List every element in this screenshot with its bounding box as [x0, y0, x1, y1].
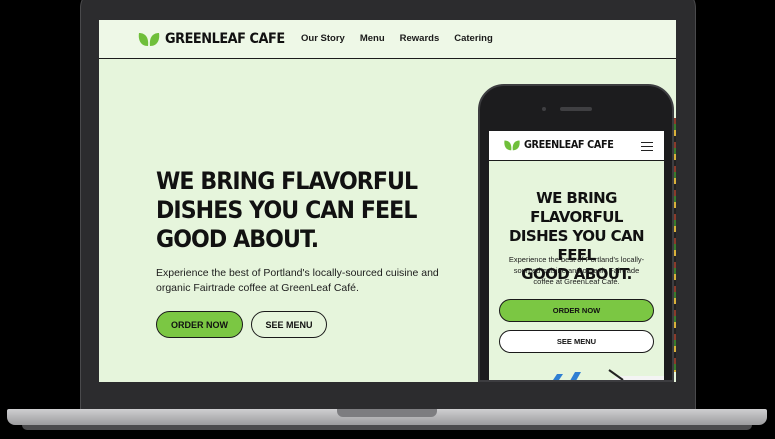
hero-subtitle: Experience the best of Portland's locall… [156, 267, 439, 294]
hero-title: WE BRING FLAVORFUL DISHES YOU CAN FEEL G… [156, 167, 418, 253]
mobile-order-now-button[interactable]: ORDER NOW [499, 299, 654, 322]
mobile-header: GREENLEAF CAFE [489, 131, 664, 161]
see-menu-button[interactable]: SEE MENU [251, 311, 327, 338]
hamburger-icon[interactable] [641, 142, 653, 151]
phone-camera [542, 107, 546, 111]
mobile-see-menu-button[interactable]: SEE MENU [499, 330, 654, 353]
nav-link-rewards[interactable]: Rewards [400, 33, 440, 44]
laptop-opening-notch [337, 409, 437, 417]
phone-speaker [560, 107, 592, 111]
order-now-button[interactable]: ORDER NOW [156, 311, 243, 338]
nav-link-catering[interactable]: Catering [454, 33, 493, 44]
site-header: GREENLEAF CAFE Our Story Menu Rewards Ca… [99, 20, 676, 59]
site-logo[interactable]: GREENLEAF CAFE [137, 31, 295, 47]
nav-link-menu[interactable]: Menu [360, 33, 385, 44]
mobile-hero-subtitle: Experience the best of Portland's locall… [508, 255, 645, 286]
laptop-foot [22, 425, 752, 430]
brand-name: GREENLEAF CAFE [165, 31, 285, 47]
mobile-brand-name: GREENLEAF CAFE [524, 139, 614, 151]
main-nav: Our Story Menu Rewards Catering [301, 33, 493, 44]
leaf-icon [504, 140, 520, 151]
nav-link-our-story[interactable]: Our Story [301, 33, 345, 44]
phone-frame: GREENLEAF CAFE WE BRING FLAVORFUL DISHES… [478, 84, 674, 382]
mobile-logo[interactable]: GREENLEAF CAFE [503, 139, 621, 151]
hero-image-peek [553, 369, 664, 380]
mobile-website: GREENLEAF CAFE WE BRING FLAVORFUL DISHES… [489, 131, 664, 380]
leaf-icon [138, 33, 160, 46]
